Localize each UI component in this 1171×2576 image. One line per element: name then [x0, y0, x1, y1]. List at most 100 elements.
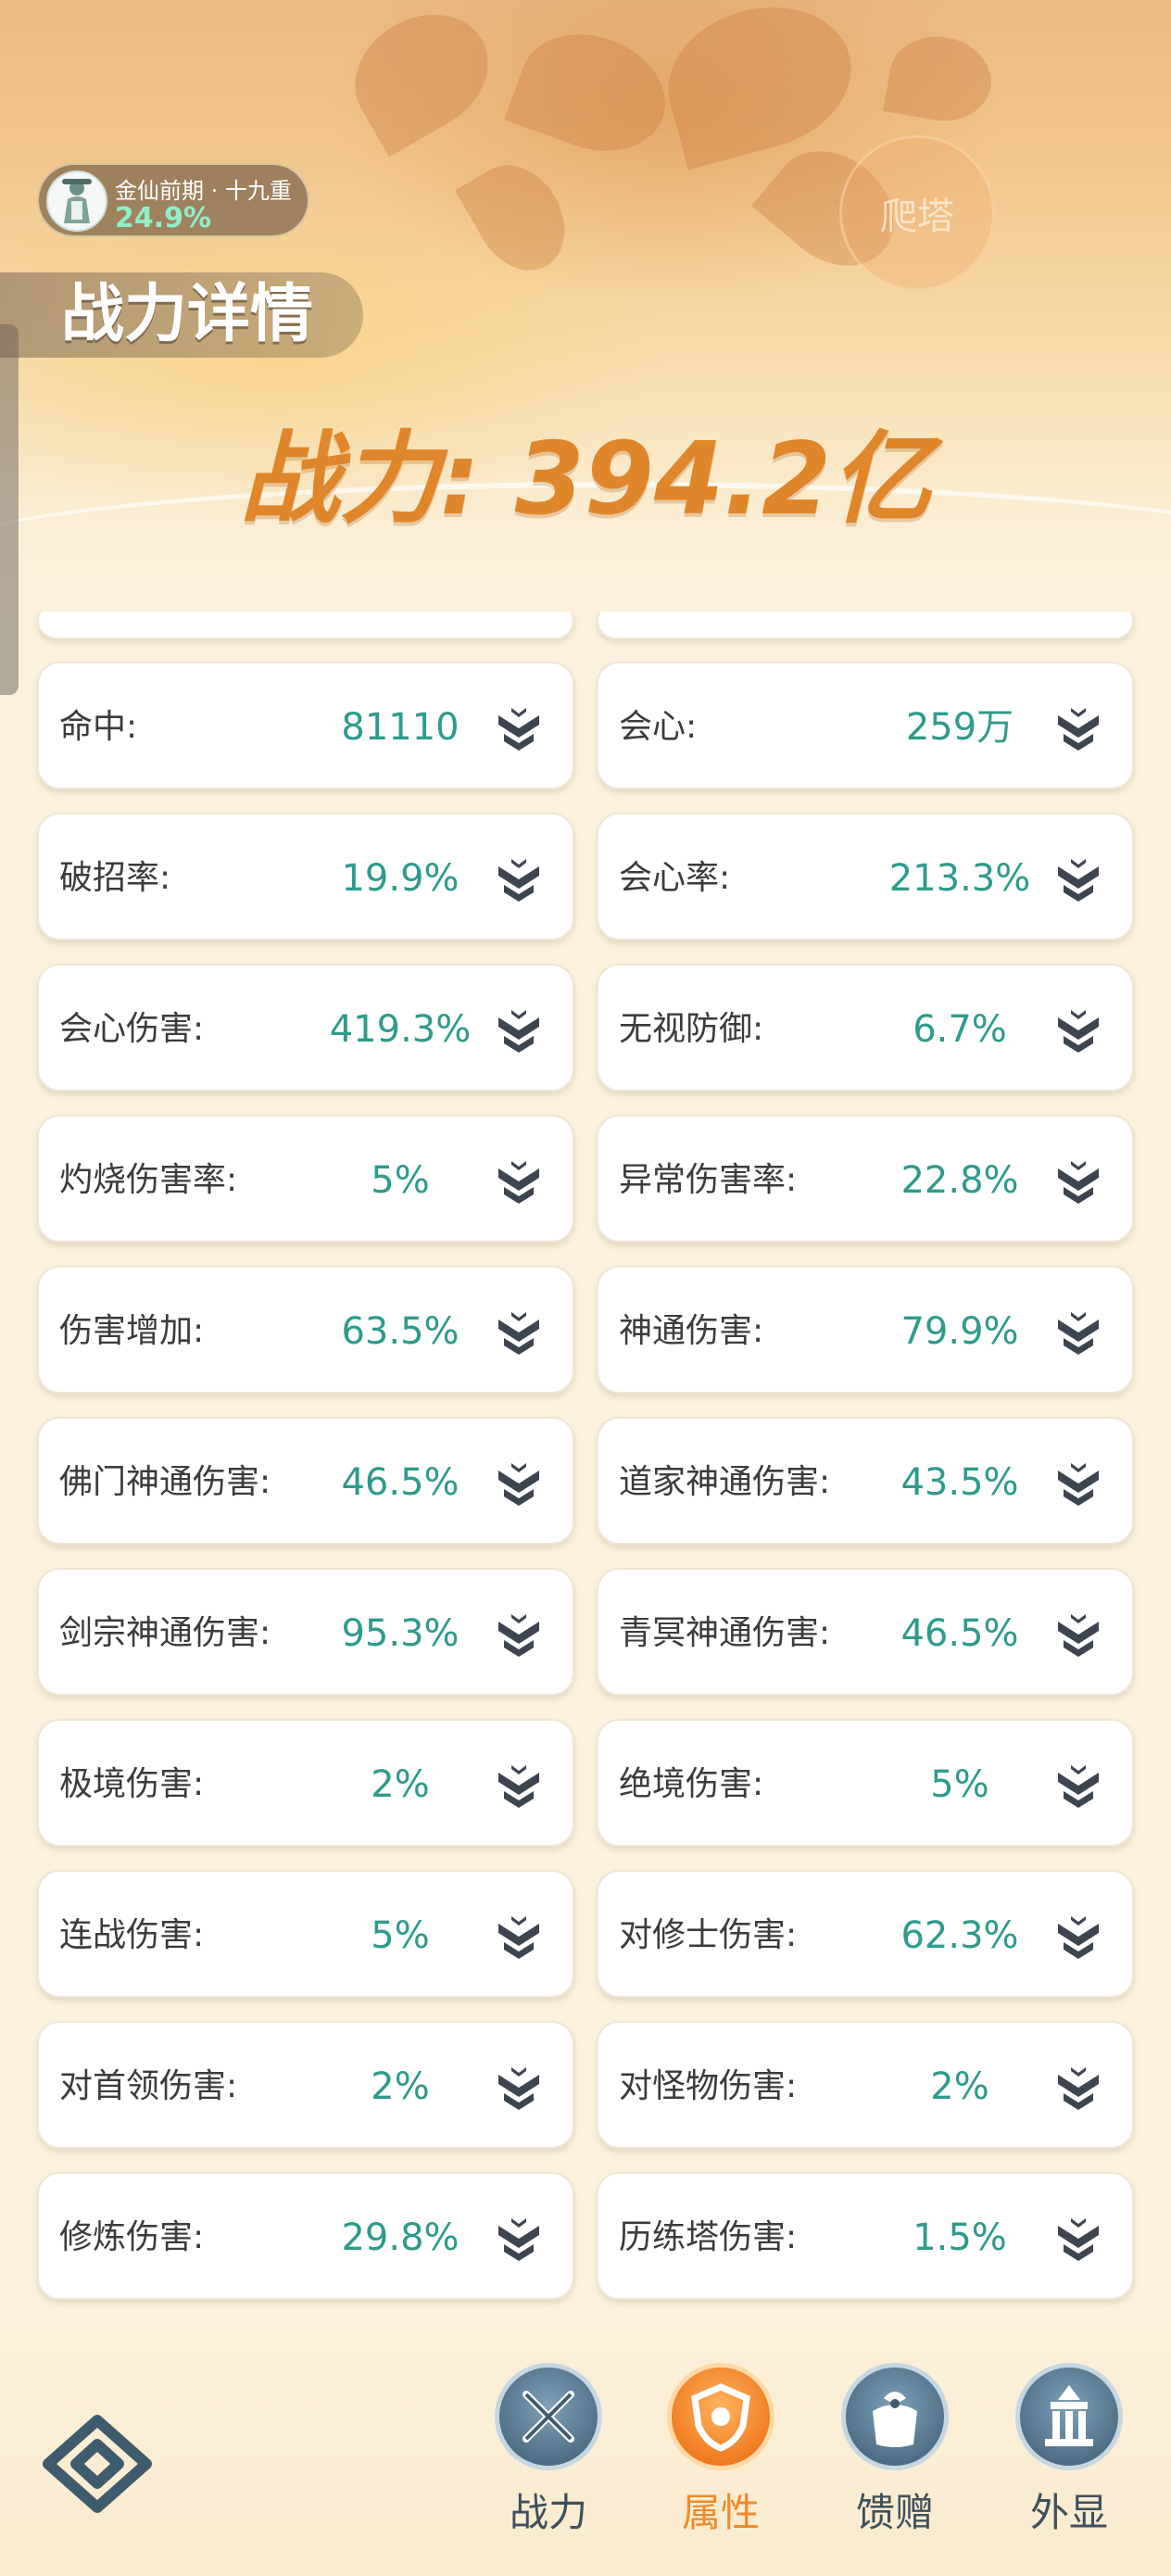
stat-card[interactable]: 破招率: 19.9%: [37, 813, 574, 941]
expand-chevron-icon[interactable]: [491, 2060, 547, 2115]
expand-chevron-icon[interactable]: [491, 852, 547, 907]
expand-chevron-icon[interactable]: [491, 1003, 547, 1058]
expand-chevron-icon[interactable]: [491, 1909, 547, 1964]
stat-value: 19.9%: [341, 857, 460, 900]
realm-title: 金仙前期 · 十九重: [115, 178, 292, 204]
realm-progress: 24.9%: [115, 202, 212, 234]
realm-badge[interactable]: 金仙前期 · 十九重 24.9%: [37, 163, 309, 237]
stat-value: 5%: [371, 1914, 430, 1957]
stat-label: 会心率:: [619, 859, 731, 897]
stat-card[interactable]: 青冥神通伤害: 46.5%: [597, 1568, 1134, 1696]
stat-card[interactable]: 佛门神通伤害: 46.5%: [37, 1417, 574, 1545]
stat-value: 46.5%: [341, 1461, 460, 1504]
stat-card[interactable]: 绝境伤害: 5%: [597, 1719, 1134, 1847]
expand-chevron-icon[interactable]: [1051, 852, 1106, 907]
expand-chevron-icon[interactable]: [491, 1456, 547, 1511]
stat-card[interactable]: 对怪物伤害: 2%: [597, 2021, 1134, 2149]
stat-card[interactable]: 会心: 259万: [597, 662, 1134, 789]
stat-card[interactable]: 修炼伤害: 29.8%: [37, 2172, 574, 2300]
nav-label: 属性: [681, 2490, 760, 2535]
stat-value: 63.5%: [341, 1310, 460, 1353]
stat-label: 绝境伤害:: [619, 1765, 764, 1803]
climb-tower-button[interactable]: 爬塔: [839, 135, 995, 291]
stat-card[interactable]: 会心伤害: 419.3%: [37, 964, 574, 1092]
palace-icon: [1015, 2363, 1123, 2470]
stat-card[interactable]: 灼烧伤害率: 5%: [37, 1115, 574, 1243]
stat-label: 连战伤害:: [59, 1916, 205, 1954]
expand-chevron-icon[interactable]: [1051, 1456, 1106, 1511]
stat-label: 无视防御:: [619, 1010, 764, 1048]
stat-card[interactable]: 对首领伤害: 2%: [37, 2021, 574, 2149]
stat-card[interactable]: 道家神通伤害: 43.5%: [597, 1417, 1134, 1545]
expand-chevron-icon[interactable]: [491, 2211, 547, 2267]
stat-value: 259万: [905, 706, 1014, 749]
stat-card[interactable]: 神通伤害: 79.9%: [597, 1266, 1134, 1394]
stat-card[interactable]: 伤害增加: 63.5%: [37, 1266, 574, 1394]
stat-label: 神通伤害:: [619, 1312, 764, 1350]
crossed-swords-icon: [495, 2363, 602, 2470]
stat-card[interactable]: 极境伤害: 2%: [37, 1719, 574, 1847]
stat-card[interactable]: 剑宗神通伤害: 95.3%: [37, 1568, 574, 1696]
stat-label: 佛门神通伤害:: [59, 1463, 271, 1501]
expand-chevron-icon[interactable]: [1051, 1003, 1106, 1058]
stat-value: 2%: [371, 1763, 430, 1806]
game-logo-icon[interactable]: [37, 2413, 157, 2515]
stat-value: 6.7%: [913, 1008, 1007, 1051]
stat-label: 对修士伤害:: [619, 1916, 798, 1954]
expand-chevron-icon[interactable]: [491, 1758, 547, 1813]
nav-item-3[interactable]: 外显: [1004, 2363, 1134, 2567]
stat-label: 修炼伤害:: [59, 2218, 205, 2256]
expand-chevron-icon[interactable]: [491, 701, 547, 756]
stat-label: 破招率:: [59, 859, 171, 897]
stat-label: 命中:: [59, 708, 138, 746]
stat-label: 会心伤害:: [59, 1010, 205, 1048]
stat-label: 灼烧伤害率:: [59, 1161, 238, 1199]
stat-label: 历练塔伤害:: [619, 2218, 798, 2256]
nav-label: 外显: [1029, 2490, 1108, 2535]
stat-label: 对首领伤害:: [59, 2067, 238, 2105]
expand-chevron-icon[interactable]: [1051, 1154, 1106, 1209]
shield-emblem-icon: [667, 2363, 774, 2470]
stat-card-partial: [597, 612, 1134, 639]
nav-label: 馈赠: [855, 2490, 934, 2535]
stat-card[interactable]: 历练塔伤害: 1.5%: [597, 2172, 1134, 2300]
stat-card[interactable]: 对修士伤害: 62.3%: [597, 1870, 1134, 1998]
nav-item-0[interactable]: 战力: [484, 2363, 613, 2567]
stat-card[interactable]: 命中: 81110: [37, 662, 574, 789]
expand-chevron-icon[interactable]: [1051, 1305, 1106, 1360]
stat-value: 5%: [371, 1159, 430, 1202]
expand-chevron-icon[interactable]: [491, 1154, 547, 1209]
expand-chevron-icon[interactable]: [1051, 1909, 1106, 1964]
expand-chevron-icon[interactable]: [491, 1305, 547, 1360]
expand-chevron-icon[interactable]: [1051, 701, 1106, 756]
stat-value: 46.5%: [900, 1612, 1019, 1655]
stat-value: 62.3%: [900, 1914, 1019, 1957]
expand-chevron-icon[interactable]: [1051, 1758, 1106, 1813]
expand-chevron-icon[interactable]: [1051, 2060, 1106, 2115]
stat-label: 青冥神通伤害:: [619, 1614, 831, 1652]
page-title: 战力详情: [61, 278, 314, 351]
stat-label: 剑宗神通伤害:: [59, 1614, 271, 1652]
stat-value: 29.8%: [341, 2216, 460, 2259]
stat-label: 会心:: [619, 708, 698, 746]
stat-value: 5%: [930, 1763, 989, 1806]
stat-value: 419.3%: [329, 1008, 472, 1051]
expand-chevron-icon[interactable]: [491, 1607, 547, 1662]
nav-label: 战力: [509, 2490, 587, 2535]
stats-grid[interactable]: 命中: 81110 会心: 259万破招率: 19.9% 会心率: 213.3% 会心伤害: 4…: [0, 612, 1171, 2320]
stat-value: 2%: [371, 2065, 430, 2108]
stat-card[interactable]: 连战伤害: 5%: [37, 1870, 574, 1998]
stat-value: 213.3%: [888, 857, 1031, 900]
nav-item-2[interactable]: 馈赠: [830, 2363, 960, 2567]
stat-card[interactable]: 异常伤害率: 22.8%: [597, 1115, 1134, 1243]
expand-chevron-icon[interactable]: [1051, 1607, 1106, 1662]
stat-value: 95.3%: [341, 1612, 460, 1655]
bottom-nav: 战力 属性 馈赠 外显: [0, 2320, 1171, 2576]
stat-value: 1.5%: [913, 2216, 1007, 2259]
nav-item-1[interactable]: 属性: [656, 2363, 786, 2567]
stat-card[interactable]: 会心率: 213.3%: [597, 813, 1134, 941]
cultivator-icon: [62, 179, 92, 223]
stat-value: 2%: [930, 2065, 989, 2108]
expand-chevron-icon[interactable]: [1051, 2211, 1106, 2267]
stat-card[interactable]: 无视防御: 6.7%: [597, 964, 1134, 1092]
